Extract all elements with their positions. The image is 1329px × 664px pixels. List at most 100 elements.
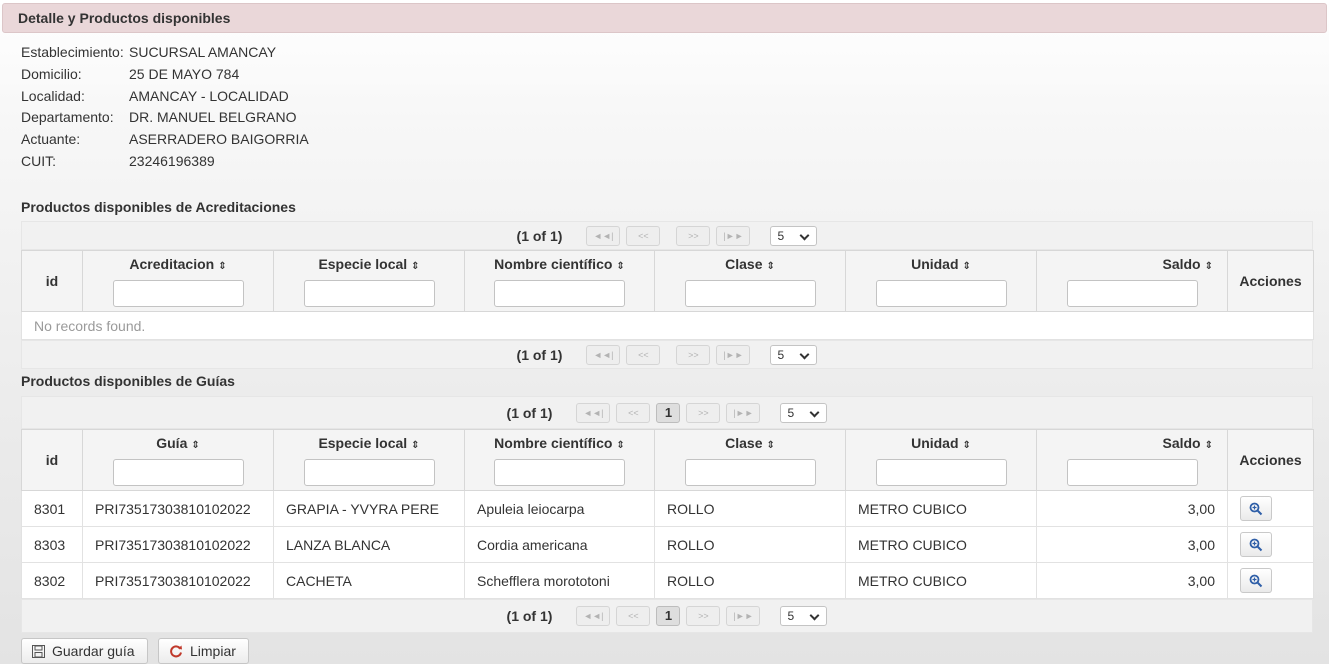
column-header-acciones: Acciones xyxy=(1227,250,1314,312)
column-header-id: id xyxy=(21,250,83,312)
page-number-button[interactable]: 1 xyxy=(656,402,681,423)
info-label: Departamento: xyxy=(21,109,114,126)
next-page-button[interactable]: >> xyxy=(676,344,711,365)
clase-filter-input[interactable] xyxy=(684,280,816,307)
sort-icon[interactable]: ⇕ xyxy=(616,261,624,272)
rows-per-page-select[interactable]: 5 xyxy=(780,402,828,423)
panel-header: Detalle y Productos disponibles xyxy=(2,3,1327,33)
first-page-button[interactable]: ◄◄| xyxy=(576,402,611,423)
column-header-clase[interactable]: Clase ⇕ xyxy=(654,250,846,312)
clase-filter-input[interactable] xyxy=(684,459,816,486)
sort-icon[interactable]: ⇕ xyxy=(1205,440,1213,451)
column-header-clase[interactable]: Clase ⇕ xyxy=(654,429,846,491)
cell-clase: ROLLO xyxy=(654,526,846,563)
sort-icon[interactable]: ⇕ xyxy=(963,261,971,272)
next-page-button[interactable]: >> xyxy=(686,402,721,423)
sort-icon[interactable]: ⇕ xyxy=(411,261,419,272)
page-number-button[interactable]: 1 xyxy=(656,606,681,626)
cell-nombre: Schefflera morototoni xyxy=(464,562,655,599)
column-header-especie-local[interactable]: Especie local ⇕ xyxy=(273,250,465,312)
cell-id: 8303 xyxy=(21,526,83,563)
page-report: (1 of 1) xyxy=(516,227,563,244)
sort-icon[interactable]: ⇕ xyxy=(963,440,971,451)
column-header-especie-local[interactable]: Especie local ⇕ xyxy=(273,429,465,491)
clear-button[interactable]: Limpiar xyxy=(158,638,249,664)
column-header-acreditacion[interactable]: Acreditacion ⇕ xyxy=(82,250,274,312)
info-label: Localidad: xyxy=(21,87,85,104)
floppy-disk-icon xyxy=(32,644,45,658)
especie-filter-input[interactable] xyxy=(303,459,435,486)
acreditaciones-table: id Acreditacion ⇕ Especie local ⇕ Nombre c… xyxy=(21,250,1314,340)
prev-page-button[interactable]: << xyxy=(626,344,661,365)
info-label: Domicilio: xyxy=(21,65,82,82)
view-detail-button[interactable] xyxy=(1240,496,1272,521)
guia-filter-input[interactable] xyxy=(112,459,244,486)
first-page-button[interactable]: ◄◄| xyxy=(586,344,621,365)
info-row-establecimiento: Establecimiento: SUCURSAL AMANCAY xyxy=(21,42,309,64)
table-row: 8301 PRI73517303810102022 GRAPIA - YVYRA… xyxy=(21,490,1314,527)
establishment-info: Establecimiento: SUCURSAL AMANCAY Domicil… xyxy=(21,42,309,173)
next-page-button[interactable]: >> xyxy=(686,606,721,626)
unidad-filter-input[interactable] xyxy=(875,280,1007,307)
especie-filter-input[interactable] xyxy=(303,280,435,307)
cell-acciones xyxy=(1227,562,1314,599)
rows-per-page-select[interactable]: 5 xyxy=(770,344,818,365)
cell-guia: PRI73517303810102022 xyxy=(82,526,274,563)
column-header-nombre-cientifico[interactable]: Nombre científico ⇕ xyxy=(464,429,655,491)
column-header-saldo[interactable]: Saldo ⇕ xyxy=(1036,429,1228,491)
prev-page-button[interactable]: << xyxy=(616,402,651,423)
last-page-button[interactable]: |►► xyxy=(726,402,761,423)
cell-nombre: Apuleia leiocarpa xyxy=(464,490,655,527)
info-label: CUIT: xyxy=(21,152,56,169)
first-page-button[interactable]: ◄◄| xyxy=(586,225,621,246)
saldo-filter-input[interactable] xyxy=(1066,459,1198,486)
last-page-button[interactable]: |►► xyxy=(726,606,761,626)
page-report: (1 of 1) xyxy=(506,404,553,421)
cell-guia: PRI73517303810102022 xyxy=(82,490,274,527)
cell-saldo: 3,00 xyxy=(1036,490,1228,527)
column-header-nombre-cientifico[interactable]: Nombre científico ⇕ xyxy=(464,250,655,312)
sort-icon[interactable]: ⇕ xyxy=(766,440,774,451)
panel-title: Detalle y Productos disponibles xyxy=(18,10,231,26)
column-header-saldo[interactable]: Saldo ⇕ xyxy=(1036,250,1228,312)
cell-id: 8302 xyxy=(21,562,83,599)
saldo-filter-input[interactable] xyxy=(1066,280,1198,307)
rows-per-page-select[interactable]: 5 xyxy=(770,225,818,246)
prev-page-button[interactable]: << xyxy=(616,606,651,626)
cell-guia: PRI73517303810102022 xyxy=(82,562,274,599)
last-page-button[interactable]: |►► xyxy=(716,225,751,246)
guias-table: id Guía ⇕ Especie local ⇕ Nombre científic… xyxy=(21,429,1314,599)
acreditaciones-title: Productos disponibles de Acreditaciones xyxy=(21,199,296,215)
sort-icon[interactable]: ⇕ xyxy=(411,440,419,451)
table-row: 8303 PRI73517303810102022 LANZA BLANCA C… xyxy=(21,526,1314,563)
next-page-button[interactable]: >> xyxy=(676,225,711,246)
column-header-unidad[interactable]: Unidad ⇕ xyxy=(845,250,1037,312)
acreditaciones-paginator-top: (1 of 1) ◄◄| << >> |►► 5 xyxy=(21,221,1313,250)
zoom-in-icon xyxy=(1249,538,1263,551)
info-label: Establecimiento: xyxy=(21,44,124,60)
sort-icon[interactable]: ⇕ xyxy=(1205,261,1213,272)
acreditaciones-paginator-bottom: (1 of 1) ◄◄| << >> |►► 5 xyxy=(21,340,1313,369)
cell-unidad: METRO CUBICO xyxy=(845,562,1037,599)
view-detail-button[interactable] xyxy=(1240,532,1272,557)
sort-icon[interactable]: ⇕ xyxy=(218,261,226,272)
first-page-button[interactable]: ◄◄| xyxy=(576,606,611,626)
sort-icon[interactable]: ⇕ xyxy=(191,440,199,451)
save-guia-button[interactable]: Guardar guía xyxy=(21,638,148,664)
page-report: (1 of 1) xyxy=(506,608,553,624)
sort-icon[interactable]: ⇕ xyxy=(616,440,624,451)
view-detail-button[interactable] xyxy=(1240,568,1272,593)
unidad-filter-input[interactable] xyxy=(875,459,1007,486)
column-header-unidad[interactable]: Unidad ⇕ xyxy=(845,429,1037,491)
last-page-button[interactable]: |►► xyxy=(716,344,751,365)
column-header-acciones: Acciones xyxy=(1227,429,1314,491)
nombre-filter-input[interactable] xyxy=(494,459,625,486)
rows-per-page-select[interactable]: 5 xyxy=(780,606,828,626)
prev-page-button[interactable]: << xyxy=(626,225,661,246)
page-report: (1 of 1) xyxy=(516,346,563,363)
sort-icon[interactable]: ⇕ xyxy=(766,261,774,272)
column-header-guia[interactable]: Guía ⇕ xyxy=(82,429,274,491)
acreditacion-filter-input[interactable] xyxy=(112,280,244,307)
nombre-filter-input[interactable] xyxy=(494,280,625,307)
info-row-departamento: Departamento: DR. MANUEL BELGRANO xyxy=(21,107,309,129)
